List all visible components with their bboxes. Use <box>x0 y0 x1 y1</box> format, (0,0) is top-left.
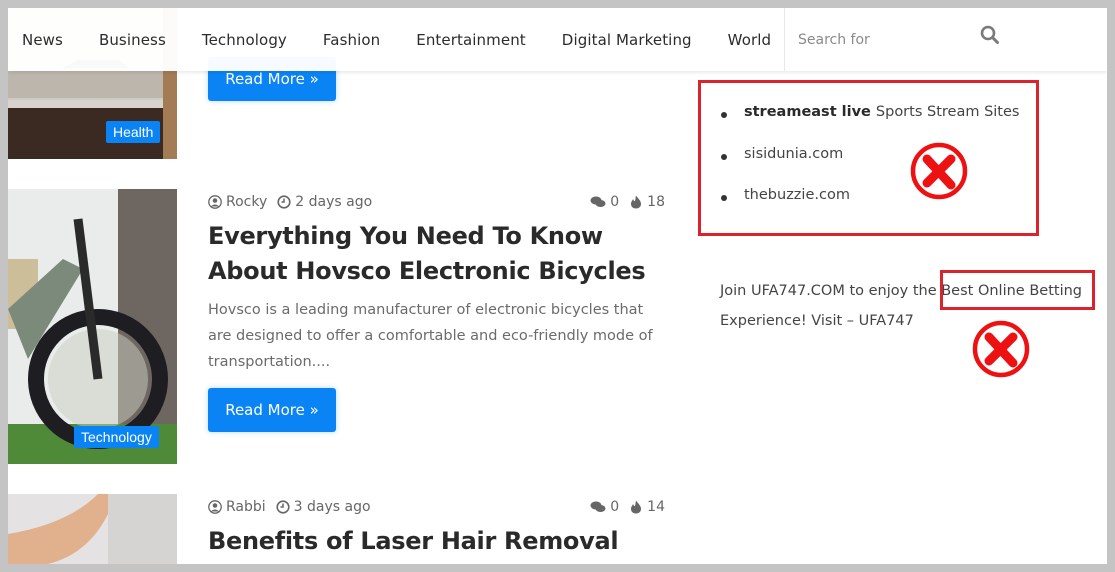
post-meta: Rabbi 3 days ago 0 14 <box>208 497 665 517</box>
search-icon[interactable] <box>979 24 1001 46</box>
nav-item-fashion[interactable]: Fashion <box>323 31 380 49</box>
nav-item-digital-marketing[interactable]: Digital Marketing <box>562 31 692 49</box>
comments-icon <box>590 195 606 209</box>
category-badge[interactable]: Technology <box>74 426 159 448</box>
search-input[interactable] <box>785 31 965 48</box>
main-navigation: News Business Technology Fashion Enterta… <box>8 8 1107 71</box>
views-count: 14 <box>647 499 665 515</box>
red-x-circle-icon <box>908 140 970 202</box>
post-thumbnail[interactable]: Technology <box>8 189 177 464</box>
comments-count[interactable]: 0 <box>610 499 619 515</box>
nav-menu: News Business Technology Fashion Enterta… <box>8 8 771 71</box>
post-meta: Rocky 2 days ago 0 18 <box>208 192 665 212</box>
search-box <box>784 8 1014 71</box>
annotation-highlight-box <box>698 80 1039 236</box>
promo-text-before: Join UFA747.COM to enjoy the <box>720 283 942 299</box>
clock-icon <box>277 195 291 209</box>
promo-text-after: Experience! Visit – UFA747 <box>720 313 914 329</box>
comments-icon <box>590 500 606 514</box>
post-date: 3 days ago <box>293 499 371 515</box>
nav-item-business[interactable]: Business <box>99 31 166 49</box>
post-title[interactable]: Benefits of Laser Hair Removal <box>208 524 668 559</box>
post-title[interactable]: Everything You Need To Know About Hovsco… <box>208 219 668 289</box>
annotation-highlight-box <box>940 270 1095 310</box>
post-thumbnail[interactable] <box>8 494 177 564</box>
category-badge[interactable]: Health <box>106 121 161 143</box>
post-excerpt: Hovsco is a leading manufacturer of elec… <box>208 302 653 370</box>
user-icon <box>208 500 222 514</box>
nav-item-technology[interactable]: Technology <box>202 31 287 49</box>
user-icon <box>208 195 222 209</box>
post-author[interactable]: Rocky <box>226 194 267 210</box>
comments-count[interactable]: 0 <box>610 194 619 210</box>
fire-icon <box>629 500 643 514</box>
post-date: 2 days ago <box>295 194 373 210</box>
nav-item-world[interactable]: World <box>728 31 772 49</box>
views-count: 18 <box>647 194 665 210</box>
fire-icon <box>629 195 643 209</box>
nav-item-entertainment[interactable]: Entertainment <box>416 31 526 49</box>
clock-icon <box>276 500 290 514</box>
read-more-button[interactable]: Read More » <box>208 388 336 432</box>
page-frame: News Business Technology Fashion Enterta… <box>8 8 1107 564</box>
red-x-circle-icon <box>970 318 1032 380</box>
nav-item-news[interactable]: News <box>22 31 63 49</box>
post-author[interactable]: Rabbi <box>226 499 266 515</box>
